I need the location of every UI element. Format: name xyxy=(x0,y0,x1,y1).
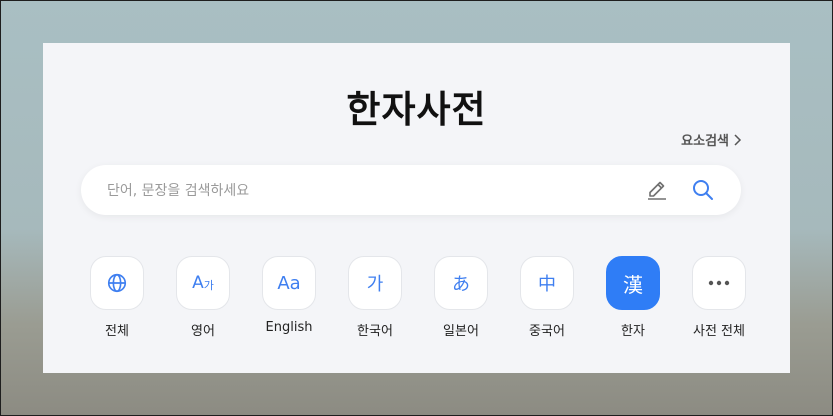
category-label: 중국어 xyxy=(529,324,565,339)
japanese-icon: あ xyxy=(434,256,488,310)
category-chinese[interactable]: 中 중국어 xyxy=(512,256,582,339)
more-icon xyxy=(692,256,746,310)
page-title: 한자사전 xyxy=(346,88,487,131)
category-label: 영어 xyxy=(191,324,215,339)
category-list: 전체 A가 영어 Aa English 가 한국어 あ 일본어 中 중국어 漢 … xyxy=(81,256,746,346)
search-bar xyxy=(81,165,741,215)
category-english-korean[interactable]: A가 영어 xyxy=(168,256,238,339)
chevron-right-icon xyxy=(734,133,742,146)
category-label: 한국어 xyxy=(357,324,393,339)
category-all[interactable]: 전체 xyxy=(82,256,152,339)
english-korean-icon: A가 xyxy=(176,256,230,310)
globe-icon xyxy=(90,256,144,310)
korean-icon: 가 xyxy=(348,256,402,310)
search-icon[interactable] xyxy=(691,178,715,202)
chinese-icon: 中 xyxy=(520,256,574,310)
category-hanja[interactable]: 漢 한자 xyxy=(598,256,668,339)
category-korean[interactable]: 가 한국어 xyxy=(340,256,410,339)
element-search-link[interactable]: 요소검색 xyxy=(681,130,742,149)
hanja-icon: 漢 xyxy=(606,256,660,310)
category-all-dictionaries[interactable]: 사전 전체 xyxy=(684,256,754,339)
category-label: English xyxy=(265,320,313,335)
category-label: 한자 xyxy=(621,324,645,339)
category-english[interactable]: Aa English xyxy=(254,256,324,335)
english-icon: Aa xyxy=(262,256,316,310)
search-input[interactable] xyxy=(105,178,629,204)
dictionary-card: 한자사전 요소검색 전체 xyxy=(43,43,790,373)
category-label: 일본어 xyxy=(443,324,479,339)
category-label: 사전 전체 xyxy=(693,324,745,339)
element-search-label: 요소검색 xyxy=(681,134,729,149)
handwriting-pen-icon[interactable] xyxy=(645,178,669,202)
category-label: 전체 xyxy=(105,324,129,339)
category-japanese[interactable]: あ 일본어 xyxy=(426,256,496,339)
